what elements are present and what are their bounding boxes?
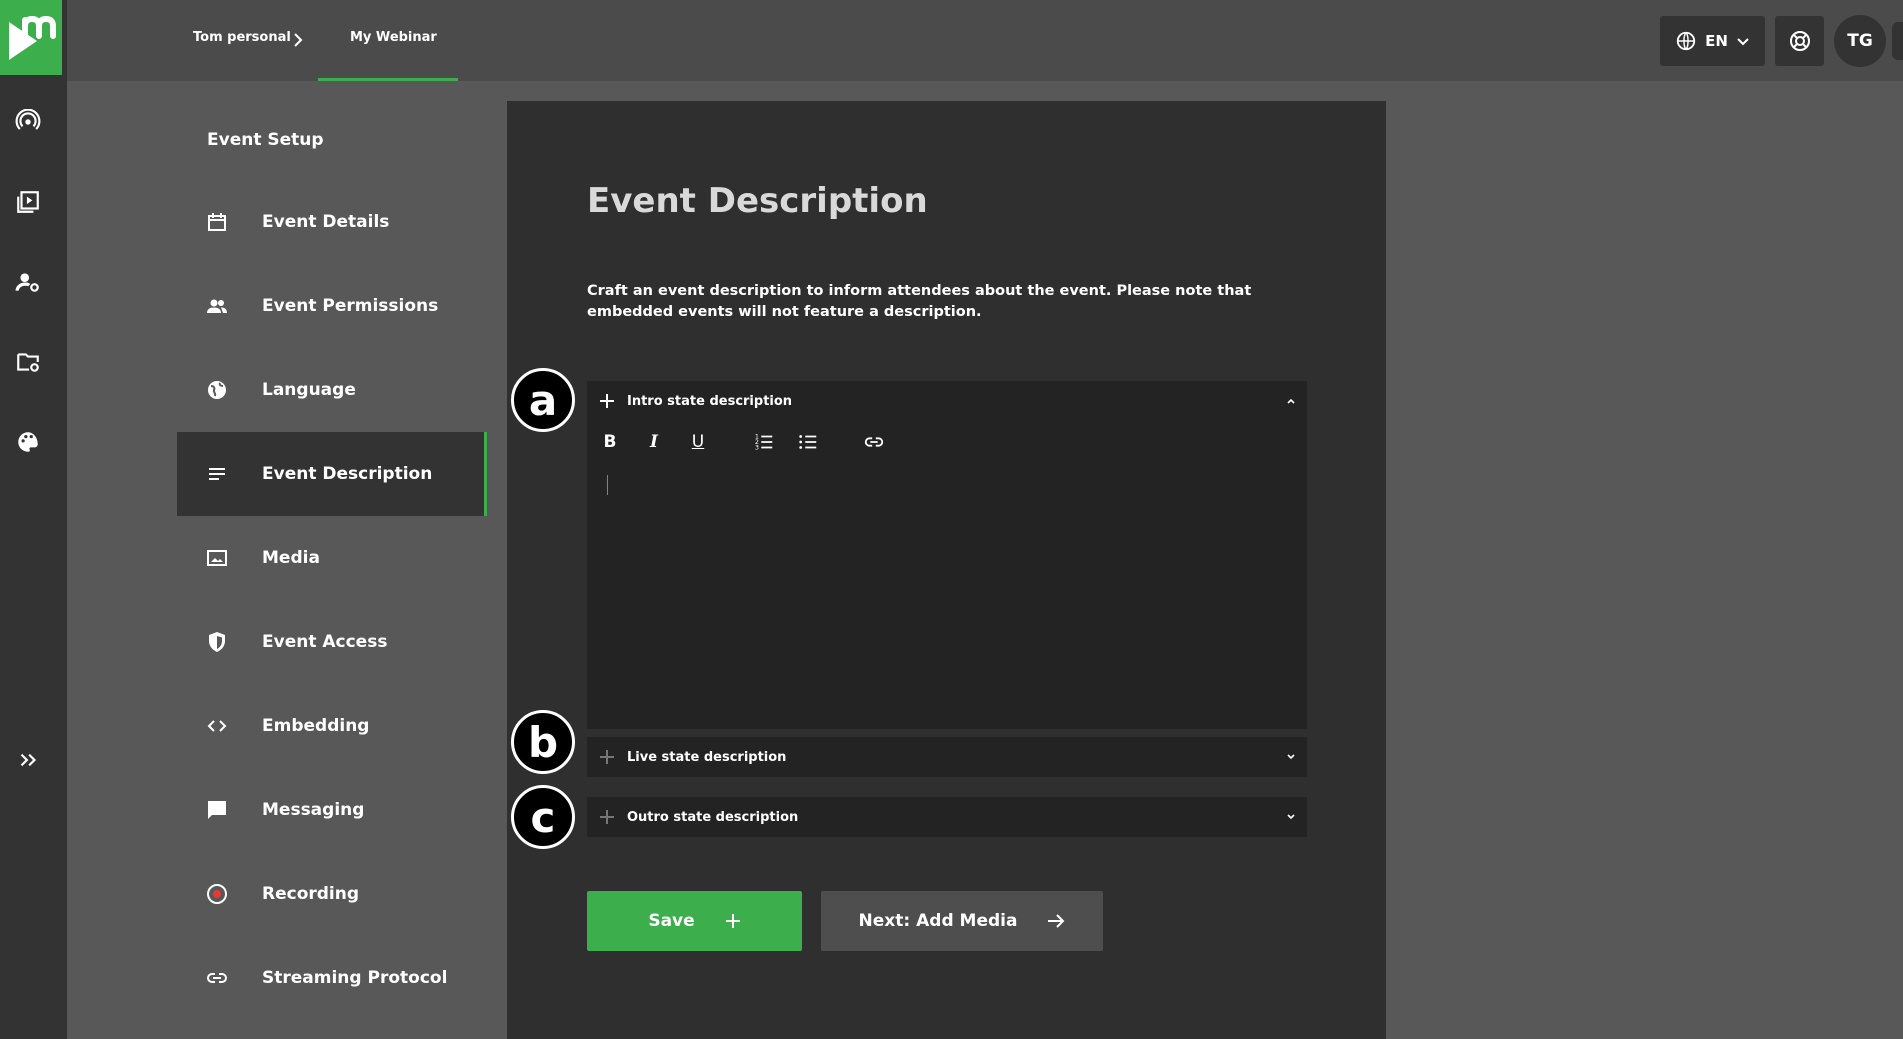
nav-item-label: Event Access xyxy=(262,632,388,652)
shield-icon xyxy=(205,630,229,654)
arrow-right-icon xyxy=(1047,913,1065,929)
nav-item-label: Language xyxy=(262,380,356,400)
broadcast-icon[interactable] xyxy=(0,102,55,142)
save-button[interactable]: Save xyxy=(587,891,802,951)
code-icon xyxy=(205,714,229,738)
ordered-list-button[interactable]: 123 xyxy=(749,427,779,457)
callout-badge-b: b xyxy=(511,710,575,774)
help-button[interactable] xyxy=(1775,16,1824,66)
callout-badge-c: c xyxy=(511,785,575,849)
link-icon xyxy=(205,966,229,990)
avatar-edge xyxy=(1892,22,1903,60)
nav-item-event-description[interactable]: Event Description xyxy=(177,432,487,516)
bullet-list-icon xyxy=(799,435,817,449)
chevron-right-icon xyxy=(294,33,303,47)
ordered-list-icon: 123 xyxy=(755,432,773,451)
nav-item-label: Embedding xyxy=(262,716,370,736)
plus-icon xyxy=(725,913,741,929)
nav-item-language[interactable]: Language xyxy=(177,348,487,432)
language-label: EN xyxy=(1705,32,1728,50)
main-panel: Event Description Craft an event descrip… xyxy=(507,101,1386,1039)
page-description: Craft an event description to inform att… xyxy=(587,283,1252,320)
intro-description-editor[interactable] xyxy=(587,466,1307,729)
italic-button[interactable]: I xyxy=(639,427,669,457)
nav-item-media[interactable]: Media xyxy=(177,516,487,600)
next-button-label: Next: Add Media xyxy=(858,911,1018,931)
intro-description-section: Intro state description B I U 123 xyxy=(587,381,1307,729)
live-description-section: Live state description xyxy=(587,737,1307,777)
section-title: Live state description xyxy=(627,749,787,765)
chevron-down-icon xyxy=(1737,38,1749,46)
palette-icon[interactable] xyxy=(0,422,55,462)
image-icon xyxy=(205,546,229,570)
logo[interactable] xyxy=(0,0,62,75)
section-title: Outro state description xyxy=(627,809,799,825)
expand-icon[interactable] xyxy=(0,740,55,780)
outro-description-section: Outro state description xyxy=(587,797,1307,837)
callout-badge-a: a xyxy=(511,368,575,432)
next-add-media-button[interactable]: Next: Add Media xyxy=(821,891,1103,951)
globe-icon xyxy=(1676,31,1696,51)
globe-icon xyxy=(205,378,229,402)
breadcrumb-active-underline xyxy=(318,78,458,81)
save-button-label: Save xyxy=(648,911,695,931)
link-button[interactable] xyxy=(859,427,889,457)
chat-icon xyxy=(205,798,229,822)
logo-icon xyxy=(9,15,56,60)
top-header: Tom personal My Webinar EN TG xyxy=(67,0,1903,81)
video-library-icon[interactable] xyxy=(0,182,55,222)
calendar-icon xyxy=(205,210,229,234)
user-settings-icon[interactable] xyxy=(0,262,55,302)
nav-item-event-details[interactable]: Event Details xyxy=(177,180,487,264)
people-icon xyxy=(205,294,229,318)
underline-button[interactable]: U xyxy=(683,427,713,457)
breadcrumb-event[interactable]: My Webinar xyxy=(350,30,437,45)
nav-item-label: Recording xyxy=(262,884,360,904)
nav-item-label: Messaging xyxy=(262,800,365,820)
nav-item-label: Event Description xyxy=(262,464,433,484)
plus-icon xyxy=(587,393,627,409)
outro-description-header[interactable]: Outro state description xyxy=(587,797,1307,837)
intro-description-header[interactable]: Intro state description xyxy=(587,381,1307,421)
plus-icon xyxy=(587,809,627,825)
icon-rail xyxy=(0,0,67,1039)
plus-icon xyxy=(587,749,627,765)
chevron-up-icon xyxy=(1287,398,1295,404)
nav-item-embedding[interactable]: Embedding xyxy=(177,684,487,768)
nav-item-streaming-protocol[interactable]: Streaming Protocol xyxy=(177,936,487,1020)
nav-item-recording[interactable]: Recording xyxy=(177,852,487,936)
language-select[interactable]: EN xyxy=(1660,16,1765,66)
app-root: Tom personal My Webinar EN TG Event Setu… xyxy=(0,0,1903,1039)
user-avatar[interactable]: TG xyxy=(1834,15,1886,67)
section-title: Intro state description xyxy=(627,393,793,409)
live-description-header[interactable]: Live state description xyxy=(587,737,1307,777)
chevron-down-icon xyxy=(1287,814,1295,820)
page-title: Event Description xyxy=(587,181,928,221)
link-icon xyxy=(864,437,884,447)
nav-item-label: Streaming Protocol xyxy=(262,968,448,988)
lines-icon xyxy=(205,462,229,486)
text-caret xyxy=(607,475,608,495)
lifebuoy-icon xyxy=(1789,31,1810,51)
nav-item-messaging[interactable]: Messaging xyxy=(177,768,487,852)
bold-button[interactable]: B xyxy=(595,427,625,457)
nav-item-event-permissions[interactable]: Event Permissions xyxy=(177,264,487,348)
nav-item-label: Event Details xyxy=(262,212,390,232)
chevron-down-icon xyxy=(1287,754,1295,760)
bullet-list-button[interactable] xyxy=(793,427,823,457)
svg-text:3: 3 xyxy=(755,443,759,451)
record-icon xyxy=(205,882,229,906)
breadcrumb-org[interactable]: Tom personal xyxy=(193,30,291,45)
nav-item-label: Event Permissions xyxy=(262,296,439,316)
nav-item-event-access[interactable]: Event Access xyxy=(177,600,487,684)
editor-toolbar: B I U 123 xyxy=(587,421,1307,466)
folder-settings-icon[interactable] xyxy=(0,342,55,382)
nav-title: Event Setup xyxy=(207,130,324,150)
nav-item-label: Media xyxy=(262,548,320,568)
